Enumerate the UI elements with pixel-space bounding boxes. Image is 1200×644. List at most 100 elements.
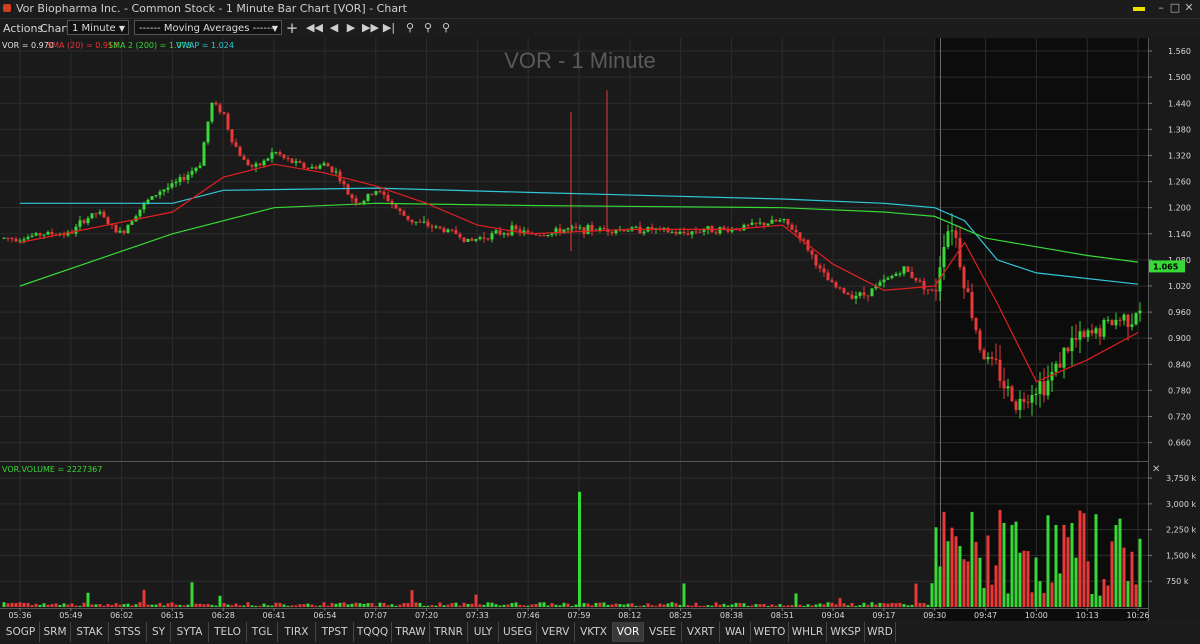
tab-vktx[interactable]: VKTX xyxy=(575,622,613,642)
candle-body xyxy=(258,163,262,166)
candle-body xyxy=(754,222,758,224)
volume-bar xyxy=(282,604,286,607)
volume-bar xyxy=(950,527,954,607)
candle-body xyxy=(830,280,834,283)
zoom-in-icon[interactable]: ⚲ xyxy=(420,20,436,36)
volume-bar xyxy=(842,603,846,607)
candle-body xyxy=(738,229,742,231)
tab-tirx[interactable]: TIRX xyxy=(278,622,316,642)
candle-body xyxy=(286,158,290,160)
link-color-badge[interactable] xyxy=(1133,7,1145,11)
last-icon[interactable]: ▶| xyxy=(381,20,397,36)
volume-bar xyxy=(14,603,18,607)
candle-body xyxy=(582,227,586,235)
tab-useg[interactable]: USEG xyxy=(499,622,537,642)
tab-tpst[interactable]: TPST xyxy=(316,622,354,642)
volume-bar xyxy=(1082,513,1086,607)
candle-body xyxy=(142,203,146,210)
candle-body xyxy=(130,221,134,225)
time-tick-label: 08:38 xyxy=(720,611,743,620)
volume-bar xyxy=(698,605,702,607)
first-icon[interactable]: ◀◀ xyxy=(306,20,323,36)
candle-body xyxy=(202,142,206,166)
candle-body xyxy=(1138,310,1142,314)
tab-telo[interactable]: TELO xyxy=(209,622,247,642)
candle-body xyxy=(1070,338,1074,352)
candle-body xyxy=(14,238,18,242)
candle-body xyxy=(866,295,870,297)
candle-body xyxy=(982,349,986,360)
volume-bar xyxy=(562,602,566,607)
tab-sy[interactable]: SY xyxy=(147,622,171,642)
volume-bar xyxy=(930,583,934,607)
zoom-icon[interactable]: ⚲ xyxy=(402,20,418,36)
next-icon[interactable]: ▶ xyxy=(343,20,359,36)
chart-area[interactable]: VOR - 1 Minute VOR = 0.970 SMA (20) = 0.… xyxy=(0,38,1200,621)
volume-bar xyxy=(1134,584,1138,607)
zoom-out-icon[interactable]: ⚲ xyxy=(438,20,454,36)
candle-body xyxy=(102,211,106,218)
volume-bar xyxy=(626,603,630,607)
tab-tgl[interactable]: TGL xyxy=(247,622,278,642)
tab-wksp[interactable]: WKSP xyxy=(827,622,865,642)
close-pane-icon[interactable]: ✕ xyxy=(1152,464,1160,475)
volume-bar xyxy=(110,604,114,607)
prev-icon[interactable]: ◀ xyxy=(326,20,342,36)
volume-bar xyxy=(166,603,170,607)
volume-bar xyxy=(162,605,166,607)
tab-vsee[interactable]: VSEE xyxy=(644,622,682,642)
volume-bar xyxy=(78,605,82,607)
candle-body xyxy=(10,238,14,240)
tab-vor[interactable]: VOR xyxy=(613,622,644,642)
volume-bar xyxy=(786,605,790,607)
volume-bar xyxy=(706,605,710,607)
tab-weto[interactable]: WETO xyxy=(751,622,789,642)
candle-body xyxy=(242,156,246,160)
interval-select[interactable]: 1 Minute ▼ xyxy=(67,20,129,35)
time-tick-label: 06:15 xyxy=(161,611,184,620)
tab-uly[interactable]: ULY xyxy=(468,622,499,642)
volume-bar xyxy=(474,594,478,607)
tab-traw[interactable]: TRAW xyxy=(392,622,430,642)
volume-bar xyxy=(694,602,698,607)
candle-body xyxy=(1098,328,1102,337)
candle-body xyxy=(278,152,282,155)
tab-srm[interactable]: SRM xyxy=(40,622,71,642)
fast-forward-icon[interactable]: ▶▶ xyxy=(362,20,379,36)
time-tick-label: 09:30 xyxy=(923,611,946,620)
volume-bar xyxy=(290,605,294,607)
tab-stak[interactable]: STAK xyxy=(71,622,109,642)
volume-bar xyxy=(358,603,362,607)
candle-body xyxy=(346,184,350,195)
tab-stss[interactable]: STSS xyxy=(109,622,147,642)
volume-bar xyxy=(494,604,498,607)
tab-syta[interactable]: SYTA xyxy=(171,622,209,642)
close-icon[interactable]: ✕ xyxy=(1179,1,1199,14)
title-bar: Vor Biopharma Inc. - Common Stock - 1 Mi… xyxy=(0,0,1200,19)
time-tick-label: 09:47 xyxy=(974,611,997,620)
volume-bar xyxy=(810,605,814,607)
tab-wrd[interactable]: WRD xyxy=(865,622,896,642)
volume-bar xyxy=(982,587,986,607)
candle-body xyxy=(266,158,270,161)
volume-bar xyxy=(198,603,202,607)
candle-body xyxy=(454,230,458,235)
chart-menu[interactable]: Chart xyxy=(40,22,70,35)
tab-verv[interactable]: VERV xyxy=(537,622,575,642)
tab-whlr[interactable]: WHLR xyxy=(789,622,827,642)
candle-body xyxy=(1106,319,1110,321)
tab-tqqq[interactable]: TQQQ xyxy=(354,622,392,642)
tab-wai[interactable]: WAI xyxy=(720,622,751,642)
actions-menu[interactable]: Actions xyxy=(3,22,43,35)
volume-bar xyxy=(1014,521,1018,607)
volume-bar xyxy=(130,605,134,607)
candle-body xyxy=(678,231,682,234)
tab-trnr[interactable]: TRNR xyxy=(430,622,468,642)
plus-icon[interactable]: + xyxy=(284,20,300,36)
tab-sogp[interactable]: SOGP xyxy=(2,622,40,642)
candle-body xyxy=(174,182,178,184)
study-select[interactable]: ------ Moving Averages ------ ▼ xyxy=(134,20,282,35)
time-tick-label: 07:33 xyxy=(466,611,489,620)
candle-body xyxy=(342,181,346,185)
tab-vxrt[interactable]: VXRT xyxy=(682,622,720,642)
